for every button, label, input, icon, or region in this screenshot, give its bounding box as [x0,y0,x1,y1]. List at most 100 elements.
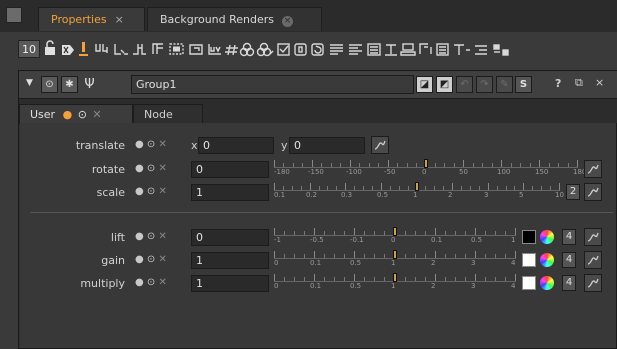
tab-node[interactable]: Node [133,104,203,124]
close-panel-button[interactable]: × [595,76,604,89]
view-icon[interactable]: ⊙ [147,231,155,242]
curve-editor-icon[interactable] [584,228,602,246]
gain-color-swatch[interactable] [522,253,536,267]
animation-dot-icon[interactable]: ● [135,254,144,265]
slider-tick-label: 0 [391,236,396,244]
gain-slider[interactable]: 0 0.1 0.5 1 2 3 4 [274,248,516,270]
table-icon[interactable] [367,43,381,56]
animation-dot-icon[interactable]: ● [135,277,144,288]
color-wheel-icon[interactable] [540,230,554,244]
revert-icon[interactable]: ◪ [416,76,433,93]
animation-dot-icon[interactable]: ● [135,163,144,174]
close-icon[interactable]: ✕ [92,108,101,121]
reload-icon[interactable] [311,43,324,56]
multiply-input[interactable]: 1 [191,275,269,292]
lift-input[interactable]: 0 [191,229,269,246]
animation-dot-icon[interactable]: ● [135,139,144,150]
link-icon[interactable] [114,44,128,55]
close-icon[interactable]: ✕ [159,231,167,242]
s-button[interactable]: S [515,76,532,93]
revert-alt-icon[interactable]: ◩ [436,76,453,93]
node-name-input[interactable]: Group1 [131,75,414,94]
animation-dot-icon[interactable]: ● [135,231,144,242]
view-icon[interactable]: ⊙ [147,254,155,265]
close-icon[interactable]: ✕ [159,163,167,174]
panel-menu-icon[interactable] [6,7,22,23]
print-icon[interactable] [400,43,416,56]
tab-properties[interactable]: Properties × [38,7,145,31]
translate-x-input[interactable]: 0 [198,137,274,154]
clear-panels-icon[interactable] [62,45,74,55]
blend-alt-icon[interactable] [256,42,274,57]
lock-icon[interactable] [45,40,55,55]
curve-editor-icon[interactable] [584,183,602,201]
uv-icon[interactable] [208,44,221,55]
float-button[interactable]: ⧉ [575,76,583,90]
curve-editor-icon[interactable] [371,136,389,154]
divider-icon[interactable] [493,44,509,56]
text-icon[interactable] [385,44,397,56]
list-icon[interactable] [330,44,343,55]
color-wheel-icon[interactable] [540,276,554,290]
rotate-label: rotate [91,163,125,176]
type-icon[interactable] [454,44,470,55]
tab-background-renders-label: Background Renders [160,13,275,26]
color-swatch-icon[interactable]: ✱ [61,76,78,93]
lift-slider[interactable]: -1 -0.5 -0.1 0 0.1 0.5 1 [274,225,516,247]
view-icon[interactable]: ⊙ [147,139,155,150]
multiply-slider[interactable]: 0 0.1 0.5 1 2 3 4 [274,271,516,293]
node-graph-icon[interactable] [95,44,108,53]
multiply-channel-count-button[interactable]: 4 [562,275,576,291]
redo-icon[interactable]: ↷ [476,76,493,93]
scale-channel-count-button[interactable]: 2 [566,184,580,200]
curve-editor-icon[interactable] [584,160,602,178]
close-icon[interactable]: ✕ [159,139,167,150]
list-alt-icon[interactable] [349,44,362,55]
spacer-icon[interactable] [475,45,487,55]
curve-editor-icon[interactable] [584,251,602,269]
curve-editor-icon[interactable] [584,274,602,292]
close-icon[interactable]: ✕ [159,186,167,197]
view-icon[interactable]: ⊙ [147,163,155,174]
lift-color-swatch[interactable] [522,230,536,244]
tab-user[interactable]: User ● ⊙ ✕ [19,104,133,124]
translate-y-input[interactable]: 0 [289,137,365,154]
view-icon[interactable]: ⊙ [147,277,155,288]
slider-tick-label: 150 [535,168,549,176]
float-panel-icon[interactable] [79,42,88,56]
scale-input[interactable]: 1 [191,184,269,201]
merge-icon[interactable] [419,43,432,54]
format-icon[interactable] [294,43,307,56]
close-icon[interactable]: ✕ [159,254,167,265]
join-icon[interactable] [133,44,146,55]
color-wheel-icon[interactable] [540,253,554,267]
multiply-color-swatch[interactable] [522,276,536,290]
tab-background-renders[interactable]: Background Renders × [147,7,322,31]
slider-tick-label: 4 [511,259,516,267]
lift-channel-count-button[interactable]: 4 [562,229,576,245]
group-icon[interactable]: Ψ [81,76,98,93]
help-button[interactable]: ? [555,77,561,90]
collapse-triangle-icon[interactable]: ▼ [21,76,38,93]
animation-dot-icon[interactable]: ● [135,186,144,197]
hash-icon[interactable] [225,44,238,56]
menu-icon[interactable] [436,43,449,56]
center-node-icon[interactable]: ⊙ [41,76,58,93]
scale-slider[interactable]: 0.1 0.2 0.3 0.5 1 2 3 5 10 [274,180,564,202]
slider-tick-label: 3 [471,259,476,267]
branch-icon[interactable] [152,43,163,54]
close-icon[interactable]: ✕ [159,277,167,288]
crop-icon[interactable] [189,44,203,55]
undo-icon[interactable]: ↶ [456,76,473,93]
view-icon[interactable]: ⊙ [147,186,155,197]
slider-tick-label: 2 [431,282,436,290]
close-tab-icon[interactable]: × [115,8,124,32]
close-tab-icon[interactable]: × [282,16,294,27]
edit-icon[interactable]: ✎ [496,76,513,93]
checkbox-icon[interactable] [277,43,290,56]
rotate-input[interactable]: 0 [191,161,269,178]
gain-input[interactable]: 1 [191,252,269,269]
gain-channel-count-button[interactable]: 4 [562,252,576,268]
blend-icon[interactable] [239,42,255,57]
rotate-slider[interactable]: -180 -150 -100 -50 0 50 100 150 180 [274,157,586,179]
